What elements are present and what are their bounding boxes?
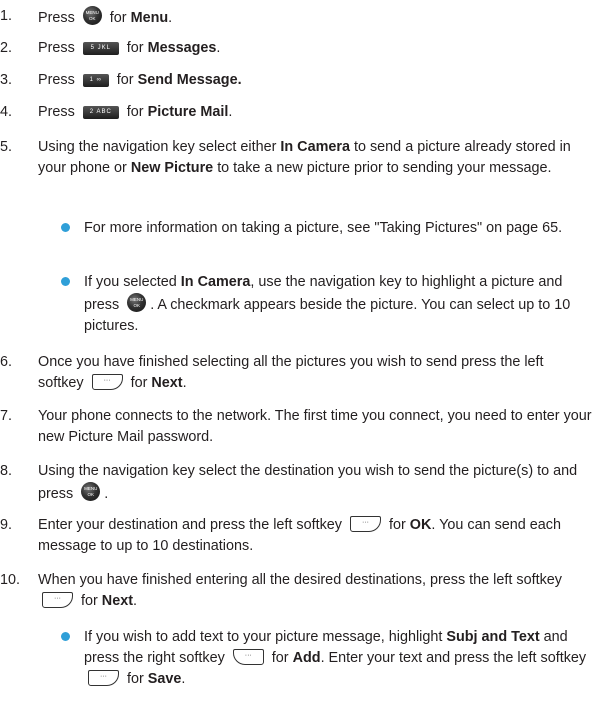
step-number: 1. xyxy=(0,8,13,24)
step-number: 4. xyxy=(0,104,13,120)
menu-ok-key-icon: MENU OK xyxy=(127,293,147,312)
step-number: 2. xyxy=(0,40,13,56)
step-number: 9. xyxy=(0,517,13,533)
step-number: 10. xyxy=(0,572,21,588)
menu-ok-key-icon: MENU OK xyxy=(82,6,102,25)
in-camera-label: In Camera xyxy=(280,139,350,155)
step-text: When you have finished entering all the … xyxy=(38,572,562,588)
step-text: Press xyxy=(38,40,75,56)
step-4: 4. Press 2 ABC for Picture Mail. xyxy=(0,102,593,123)
manual-page: 1. Press MENU OK for Menu. 2. Press 5 JK… xyxy=(0,0,599,722)
bullet-icon xyxy=(61,632,70,641)
in-camera-label: In Camera xyxy=(180,274,251,290)
left-softkey-icon: ··· xyxy=(349,516,381,532)
step-text: Press xyxy=(38,10,75,26)
new-picture-label: New Picture xyxy=(130,160,214,176)
step-text: for xyxy=(116,72,134,88)
step-text: Press xyxy=(38,72,75,88)
step-3: 3. Press 1 ∞ for Send Message. xyxy=(0,70,593,91)
left-softkey-icon: ··· xyxy=(42,592,73,608)
step-number: 8. xyxy=(0,463,13,479)
step-number: 3. xyxy=(0,72,13,88)
add-label: Add xyxy=(292,650,321,666)
step-text: Press xyxy=(38,104,75,120)
step-text: Using the navigation key select the dest… xyxy=(38,463,578,502)
step-1: 1. Press MENU OK for Menu. xyxy=(0,6,173,26)
step-number: 7. xyxy=(0,408,13,424)
step-text: for xyxy=(130,375,148,391)
next-label: Next xyxy=(151,375,183,391)
bullet-text: for xyxy=(127,671,144,687)
bullet-icon xyxy=(61,277,70,286)
left-softkey-icon: ··· xyxy=(91,374,123,390)
right-softkey-icon: ··· xyxy=(232,649,264,665)
messages-label: Messages xyxy=(147,40,217,56)
step-text: for xyxy=(388,517,406,533)
picture-mail-label: Picture Mail xyxy=(147,104,229,120)
bullet-icon xyxy=(61,223,70,232)
menu-ok-key-icon: MENU OK xyxy=(81,482,101,501)
step-text: for xyxy=(126,104,144,120)
bullet-item: If you selected In Camera, use the navig… xyxy=(56,272,593,337)
step-2: 2. Press 5 JKL for Messages. xyxy=(0,38,593,59)
step-text: Enter your destination and press the lef… xyxy=(38,517,342,533)
next-label: Next xyxy=(101,593,133,609)
key-2-icon: 2 ABC xyxy=(82,106,119,119)
step-5: 5. Using the navigation key select eithe… xyxy=(0,137,593,179)
left-softkey-icon: ··· xyxy=(88,670,119,686)
bullet-item: If you wish to add text to your picture … xyxy=(56,627,593,690)
ok-label: OK xyxy=(409,517,432,533)
bullet-text: . A checkmark appears beside the picture… xyxy=(84,297,571,334)
step-text: Using the navigation key select either xyxy=(38,139,277,155)
step-text: for xyxy=(81,593,98,609)
bullet-text: For more information on taking a picture… xyxy=(84,220,563,236)
step-text: to take a new picture prior to sending y… xyxy=(217,160,552,176)
step-7: 7. Your phone connects to the network. T… xyxy=(0,406,593,448)
step-number: 5. xyxy=(0,139,13,155)
bullet-text: If you selected xyxy=(84,274,177,290)
send-message-label: Send Message. xyxy=(137,72,242,88)
key-5-icon: 5 JKL xyxy=(82,42,119,55)
step-text: Your phone connects to the network. The … xyxy=(38,408,592,445)
key-1-icon: 1 ∞ xyxy=(82,74,109,87)
step-text: for xyxy=(126,40,144,56)
menu-label: Menu xyxy=(130,10,169,26)
bullet-text: for xyxy=(271,650,289,666)
step-8: 8. Using the navigation key select the d… xyxy=(0,463,578,502)
step-text: for xyxy=(109,10,127,26)
step-number: 6. xyxy=(0,354,13,370)
step-9: 9. Enter your destination and press the … xyxy=(0,515,593,557)
bullet-text: . Enter your text and press the left sof… xyxy=(320,650,587,666)
subj-and-text-label: Subj and Text xyxy=(446,629,540,645)
step-10: 10. When you have finished entering all … xyxy=(0,572,562,609)
bullet-text: If you wish to add text to your picture … xyxy=(84,629,443,645)
bullet-item: For more information on taking a picture… xyxy=(56,218,593,239)
step-6: 6. Once you have finished selecting all … xyxy=(0,354,544,391)
save-label: Save xyxy=(147,671,182,687)
